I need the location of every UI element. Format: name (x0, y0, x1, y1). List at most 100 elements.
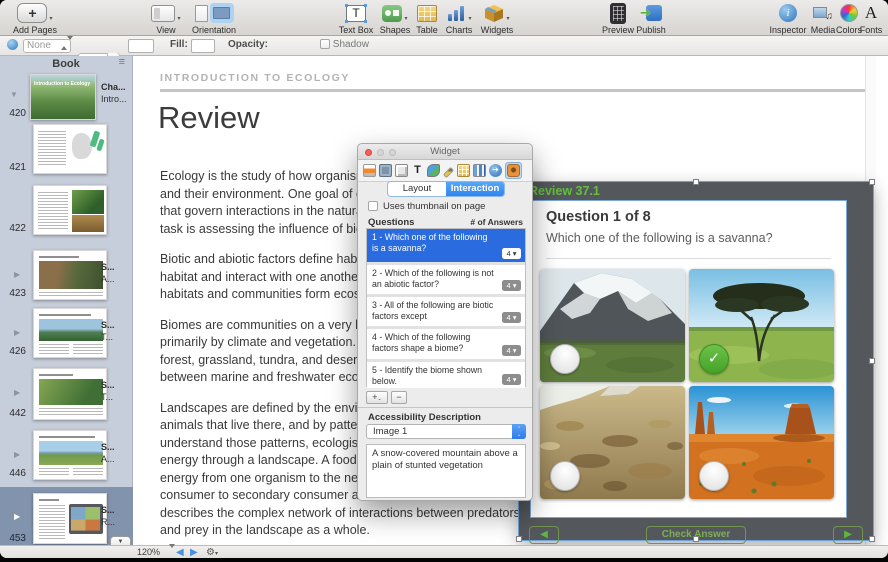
page-thumbnail-453-selected[interactable] (33, 493, 107, 544)
previous-page-button[interactable]: ◀ (176, 547, 184, 558)
table-button[interactable]: Table (411, 2, 443, 35)
shapes-label: Shapes (376, 25, 414, 35)
add-pages-button[interactable]: +▾ Add Pages (8, 2, 62, 35)
answer-option-desert[interactable] (689, 386, 834, 499)
page-thumbnail-446[interactable] (33, 430, 107, 480)
answers-count-dropdown[interactable]: 4 ▾ (502, 374, 521, 385)
forest-photo (39, 379, 103, 405)
disclosure-down-icon[interactable]: ▼ (10, 90, 18, 99)
fonts-button[interactable]: A Fonts (858, 2, 884, 35)
metrics-inspector-icon[interactable] (443, 167, 454, 178)
add-pages-label: Add Pages (8, 25, 62, 35)
shadow-option[interactable]: Shadow (320, 39, 369, 50)
inspector-titlebar[interactable]: Widget (358, 144, 532, 160)
tab-interaction[interactable]: Interaction (446, 182, 504, 196)
selection-handle[interactable] (869, 536, 875, 542)
previous-question-button[interactable]: ◀ (529, 526, 559, 544)
page-thumbnail-442[interactable] (33, 368, 107, 420)
question-item[interactable]: 4 - Which of the following factors shape… (367, 329, 525, 359)
inspector-button[interactable]: i Inspector (766, 2, 810, 35)
radio-selected-correct[interactable]: ✓ (699, 344, 729, 374)
page-actions-gear[interactable]: ⚙▾ (206, 547, 218, 558)
thumbnail-checkbox[interactable] (368, 201, 378, 211)
page-thumbnail-423[interactable] (33, 250, 107, 300)
link-inspector-icon[interactable]: ➔ (489, 164, 502, 177)
page-thumbnail-420[interactable]: Introduction to Ecology (30, 74, 96, 120)
answer-option-mountain[interactable] (540, 269, 685, 382)
minimize-icon[interactable] (377, 149, 384, 156)
table-inspector-icon[interactable] (457, 164, 470, 177)
widgets-button[interactable]: ▾ Widgets (476, 2, 518, 35)
disclosure-right-icon[interactable]: ▶ (14, 450, 20, 459)
title-line (39, 314, 91, 316)
selection-handle[interactable] (516, 536, 522, 542)
question-item[interactable]: 5 - Identify the biome shown below.4 ▾ (367, 362, 525, 388)
radio-unselected[interactable] (550, 344, 580, 374)
answers-count-dropdown[interactable]: 4 ▾ (502, 248, 521, 259)
answer-option-tundra[interactable] (540, 386, 685, 499)
selection-handle[interactable] (869, 358, 875, 364)
inspector-icon: i (779, 4, 797, 22)
answers-count-dropdown[interactable]: 4 ▾ (502, 312, 521, 323)
answers-count-dropdown[interactable]: 4 ▾ (502, 280, 521, 291)
selection-handle[interactable] (693, 179, 699, 185)
view-button[interactable]: ▾ View (146, 2, 186, 35)
thumbnail-option-row[interactable]: Uses thumbnail on page (368, 201, 485, 212)
section-label: S... (101, 320, 115, 330)
disclosure-right-icon[interactable]: ▶ (14, 328, 20, 337)
disclosure-right-icon[interactable]: ▶ (14, 388, 20, 397)
text-color-well[interactable] (128, 39, 154, 53)
text-box-button[interactable]: T Text Box (336, 2, 376, 35)
selection-handle[interactable] (869, 179, 875, 185)
page-thumbnail-426[interactable] (33, 308, 107, 358)
image-selector-dropdown[interactable]: Image 1 ⌃⌄ (366, 424, 526, 439)
orientation-control[interactable]: Orientation (186, 2, 242, 35)
disclosure-right-icon[interactable]: ▶ (14, 270, 20, 279)
title-line (39, 499, 59, 501)
widget-figure-label: Review 37.1 (529, 184, 600, 198)
paragraph-style-select[interactable]: None (23, 39, 71, 53)
radio-unselected[interactable] (550, 461, 580, 491)
page-thumbnail-421[interactable] (33, 124, 107, 174)
chart-inspector-icon[interactable] (473, 164, 486, 177)
publish-button[interactable]: ➔ Publish (632, 2, 670, 35)
question-item-selected[interactable]: 1 - Which one of the following is a sava… (367, 229, 525, 262)
selection-handle[interactable] (693, 536, 699, 542)
graphic-inspector-icon[interactable] (427, 164, 440, 177)
remove-question-button[interactable]: − (391, 391, 407, 404)
next-question-button[interactable]: ▶ (833, 526, 863, 544)
style-sphere-icon[interactable] (7, 39, 18, 50)
sidebar-menu-icon[interactable]: ≡ (119, 56, 125, 68)
add-question-button[interactable]: +⌄ (366, 391, 388, 404)
next-page-button[interactable]: ▶ (190, 547, 198, 558)
question-item[interactable]: 2 - Which of the following is not an abi… (367, 265, 525, 294)
portrait-orientation-icon[interactable] (195, 5, 208, 22)
question-item[interactable]: 3 - All of the following are biotic fact… (367, 297, 525, 326)
text-inspector-icon[interactable]: T (411, 164, 424, 177)
tab-layout[interactable]: Layout (388, 182, 446, 196)
widget-inspector-tab-selected[interactable] (505, 162, 522, 179)
review-widget-frame[interactable]: Review 37.1 Question 1 of 8 Which one of… (519, 182, 873, 540)
document-inspector-icon[interactable] (363, 164, 376, 177)
shapes-button[interactable]: ▾ Shapes (376, 2, 414, 35)
answers-count-dropdown[interactable]: 4 ▾ (502, 345, 521, 356)
landscape-orientation-selected[interactable] (210, 3, 234, 23)
wrap-inspector-icon[interactable] (379, 164, 392, 177)
charts-button[interactable]: ▾ Charts (440, 2, 478, 35)
zoom-stepper-icon[interactable] (163, 548, 175, 558)
fill-label: Fill: (170, 39, 188, 50)
disclosure-right-icon[interactable]: ▶ (14, 512, 20, 521)
radio-unselected[interactable] (699, 461, 729, 491)
widget-inspector-window[interactable]: Widget T ➔ Layout Interaction Uses thumb… (357, 143, 533, 501)
fill-color-well[interactable] (191, 39, 215, 53)
zoom-level-control[interactable]: 120% (137, 547, 160, 557)
shadow-checkbox[interactable] (320, 39, 330, 49)
close-icon[interactable] (365, 149, 372, 156)
accessibility-description-textarea[interactable]: A snow-covered mountain above a plain of… (366, 444, 526, 498)
layout-inspector-icon[interactable] (395, 164, 408, 177)
answer-option-savanna[interactable]: ✓ (689, 269, 834, 382)
questions-list[interactable]: 1 - Which one of the following is a sava… (366, 228, 526, 387)
page-thumbnail-422[interactable] (33, 185, 107, 235)
zoom-icon[interactable] (389, 149, 396, 156)
chapter-kicker: INTRODUCTION TO ECOLOGY (160, 72, 350, 84)
